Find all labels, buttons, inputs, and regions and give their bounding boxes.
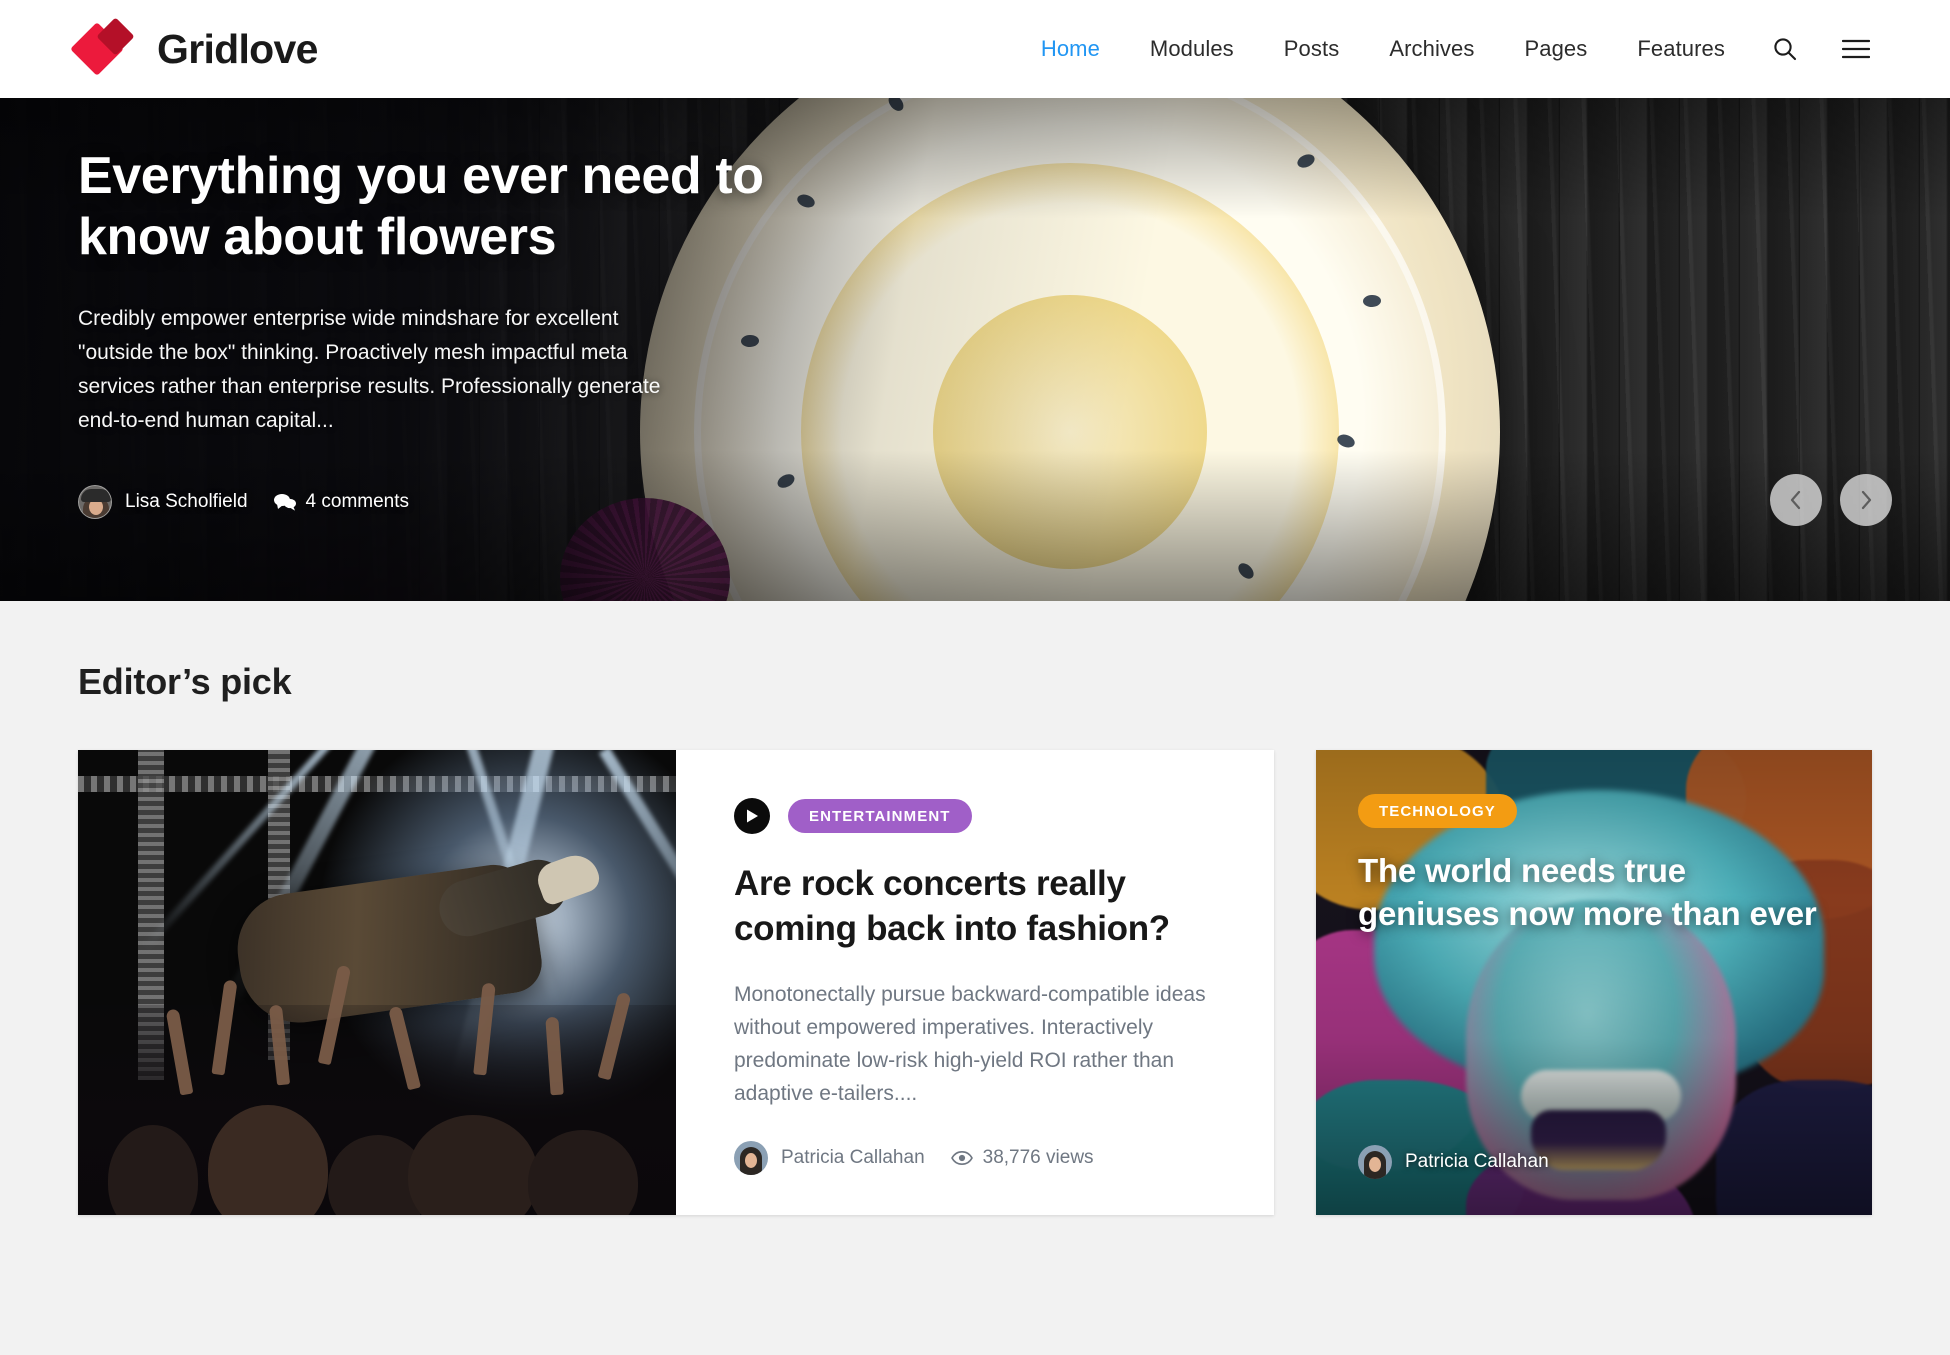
secondary-article-body: TECHNOLOGY The world needs true geniuses… <box>1316 750 1872 1215</box>
hero-slider-controls <box>1770 474 1892 526</box>
hero-author-name: Lisa Scholfield <box>125 491 248 512</box>
primary-navigation: Home Modules Posts Archives Pages Featur… <box>1016 0 1892 98</box>
featured-article-card[interactable]: ENTERTAINMENT Are rock concerts really c… <box>78 750 1274 1215</box>
featured-article-meta: Patricia Callahan 38,776 views <box>734 1141 1216 1175</box>
featured-views: 38,776 views <box>950 1147 1094 1169</box>
hamburger-menu-icon[interactable] <box>1820 0 1892 98</box>
nav-item-modules[interactable]: Modules <box>1125 0 1259 98</box>
secondary-article-meta: Patricia Callahan <box>1358 1145 1830 1179</box>
category-badge-entertainment[interactable]: ENTERTAINMENT <box>788 799 972 833</box>
featured-article-body: ENTERTAINMENT Are rock concerts really c… <box>676 750 1274 1215</box>
gridlove-diamond-logo-icon <box>70 17 140 76</box>
hero-comments-count: 4 comments <box>305 491 410 512</box>
play-icon[interactable] <box>734 798 770 834</box>
category-badge-technology[interactable]: TECHNOLOGY <box>1358 794 1517 828</box>
hero-excerpt: Credibly empower enterprise wide mindsha… <box>78 306 661 432</box>
nav-item-posts[interactable]: Posts <box>1259 0 1365 98</box>
slider-next-button[interactable] <box>1840 474 1892 526</box>
secondary-author-name: Patricia Callahan <box>1405 1151 1549 1172</box>
avatar <box>1358 1145 1392 1179</box>
search-icon[interactable] <box>1750 0 1820 98</box>
chevron-left-icon <box>1790 490 1801 510</box>
featured-article-title[interactable]: Are rock concerts really coming back int… <box>734 862 1216 952</box>
hero-title[interactable]: Everything you ever need to know about f… <box>78 146 778 268</box>
nav-item-features[interactable]: Features <box>1612 0 1750 98</box>
nav-item-pages[interactable]: Pages <box>1499 0 1612 98</box>
nav-item-home[interactable]: Home <box>1016 0 1125 98</box>
hero-content: Everything you ever need to know about f… <box>78 98 798 601</box>
featured-article-excerpt: Monotonectally pursue backward-compatibl… <box>734 982 1206 1106</box>
eye-icon <box>950 1151 973 1165</box>
editors-pick-section: Editor’s pick ENTERTAINMENT Are rock con… <box>0 601 1950 1215</box>
hero-author[interactable]: Lisa Scholfield <box>78 485 248 519</box>
section-title: Editor’s pick <box>78 661 292 702</box>
site-brand-name: Gridlove <box>157 25 318 72</box>
nav-item-archives[interactable]: Archives <box>1364 0 1499 98</box>
comment-bubble-icon <box>273 494 296 511</box>
featured-author[interactable]: Patricia Callahan <box>734 1141 925 1175</box>
secondary-article-title[interactable]: The world needs true geniuses now more t… <box>1358 850 1830 936</box>
avatar <box>734 1141 768 1175</box>
featured-views-count: 38,776 views <box>982 1147 1094 1168</box>
hero-meta: Lisa Scholfield 4 comments <box>78 485 409 519</box>
site-header: Gridlove Home Modules Posts Archives Pag… <box>0 0 1950 98</box>
featured-badge-row: ENTERTAINMENT <box>734 798 1216 834</box>
slider-prev-button[interactable] <box>1770 474 1822 526</box>
featured-article-thumbnail[interactable] <box>78 750 676 1215</box>
avatar <box>78 485 112 519</box>
site-logo-link[interactable]: Gridlove <box>70 17 318 76</box>
editors-pick-grid: ENTERTAINMENT Are rock concerts really c… <box>78 750 1872 1215</box>
hero-comments[interactable]: 4 comments <box>273 491 410 513</box>
hero-slider: Everything you ever need to know about f… <box>0 98 1950 601</box>
featured-author-name: Patricia Callahan <box>781 1147 925 1168</box>
secondary-article-card[interactable]: TECHNOLOGY The world needs true geniuses… <box>1316 750 1872 1215</box>
chevron-right-icon <box>1861 490 1872 510</box>
